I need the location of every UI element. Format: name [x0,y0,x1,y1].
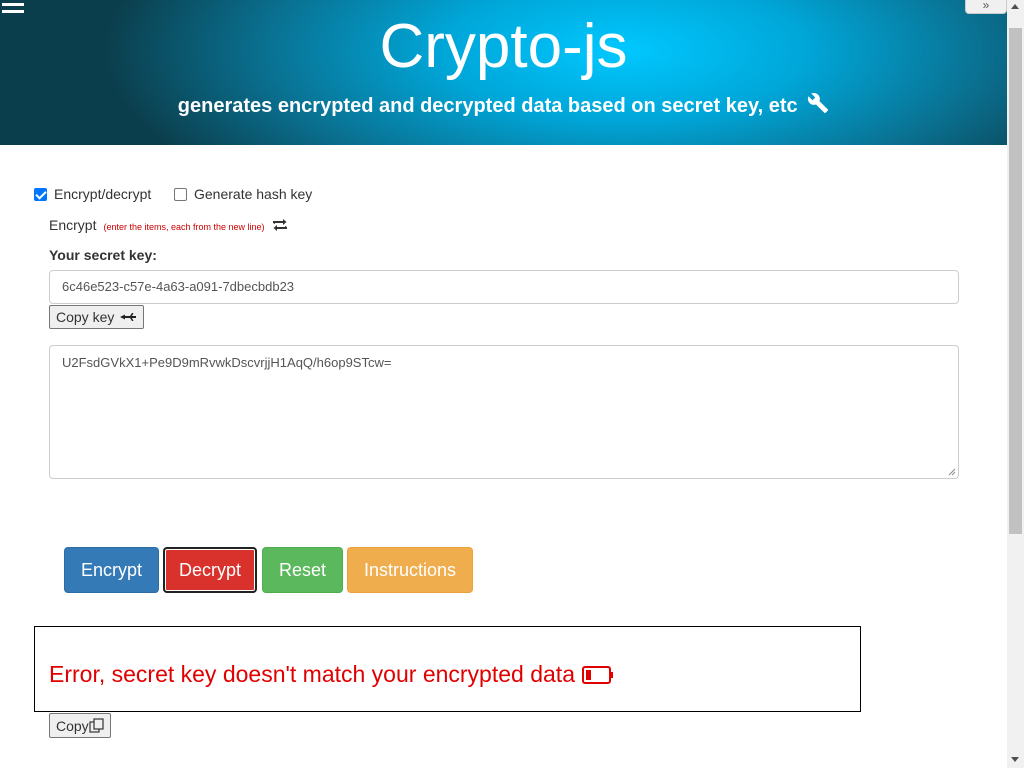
secret-key-input[interactable]: 6c46e523-c57e-4a63-a091-7dbecbdb23 [49,270,959,304]
scroll-down-icon[interactable] [1011,757,1019,762]
encrypt-decrypt-label: Encrypt/decrypt [54,186,152,202]
encrypt-decrypt-checkbox[interactable] [34,187,47,201]
scrollbar[interactable] [1007,0,1024,768]
resize-grip-icon[interactable] [948,468,956,476]
scrollbar-thumb[interactable] [1009,28,1022,534]
hash-key-option[interactable]: Generate hash key [174,186,312,202]
key-icon [120,313,137,321]
collapse-button[interactable]: » [965,0,1007,14]
swap-icon[interactable] [271,218,289,232]
error-text: Error, secret key doesn't match your enc… [49,661,575,687]
copy-label: Copy [56,717,89,734]
page-title: Crypto-js [379,12,628,81]
secret-key-label: Your secret key: [49,247,157,263]
encrypt-decrypt-option[interactable]: Encrypt/decrypt [34,186,151,202]
hash-key-checkbox[interactable] [174,187,187,201]
wrench-icon [808,93,829,114]
mode-label: Encrypt [49,217,97,233]
data-text: U2FsdGVkX1+Pe9D9mRvwkDscvrjjH1AqQ/h6op9S… [62,355,392,370]
copy-key-label: Copy key [56,309,115,325]
encrypt-button[interactable]: Encrypt [64,547,159,593]
result-message: Error, secret key doesn't match your enc… [49,661,614,688]
page: Crypto-js generates encrypted and decryp… [0,0,1024,768]
instructions-button[interactable]: Instructions [347,547,473,593]
scroll-up-icon[interactable] [1011,4,1019,9]
data-textarea[interactable]: U2FsdGVkX1+Pe9D9mRvwkDscvrjjH1AqQ/h6op9S… [49,345,959,479]
header-banner: Crypto-js generates encrypted and decryp… [0,0,1007,145]
copy-icon [89,718,104,733]
battery-low-icon [581,665,613,684]
result-box: Error, secret key doesn't match your enc… [34,626,861,712]
page-subtitle: generates encrypted and decrypted data b… [0,92,1007,119]
hash-key-label: Generate hash key [194,186,313,202]
mode-hint: (enter the items, each from the new line… [103,221,265,232]
copy-key-button[interactable]: Copy key [49,305,145,329]
decrypt-button[interactable]: Decrypt [163,547,257,593]
copy-result-button[interactable]: Copy [49,713,111,738]
mode-line: Encrypt (enter the items, each from the … [49,217,289,233]
subtitle-text: generates encrypted and decrypted data b… [177,95,798,117]
reset-button[interactable]: Reset [262,547,343,593]
